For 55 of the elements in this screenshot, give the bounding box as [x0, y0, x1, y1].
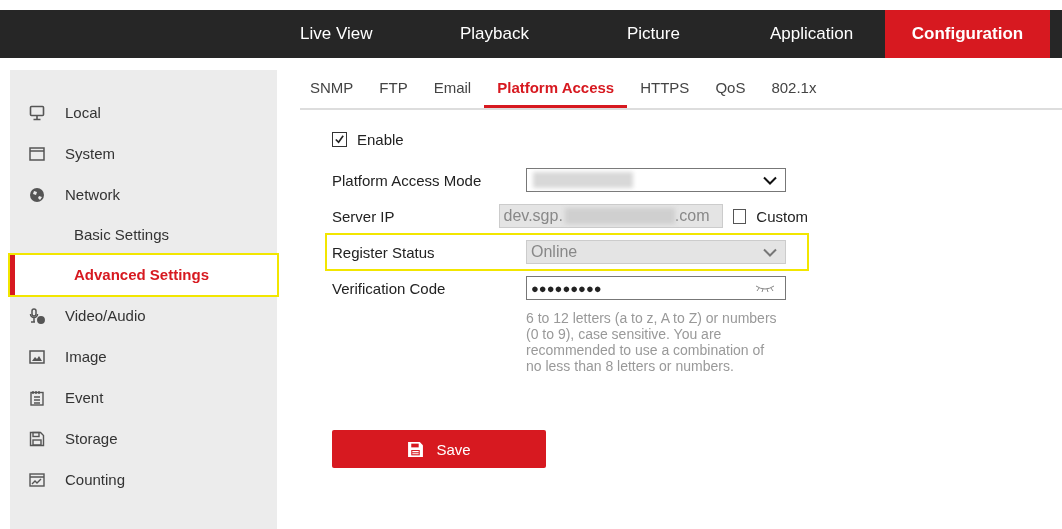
nav-tab[interactable]: Live View [300, 10, 460, 58]
tab[interactable]: FTP [366, 70, 421, 108]
save-button[interactable]: Save [332, 430, 546, 468]
sidebar-item[interactable]: Video/Audio [10, 295, 277, 336]
sidebar-label: Video/Audio [65, 307, 146, 324]
sidebar-label: Counting [65, 471, 126, 488]
chevron-down-icon [763, 247, 777, 257]
sidebar-item[interactable]: Image [10, 336, 277, 377]
sidebar-label: Event [65, 389, 104, 406]
field-value: dev.sgp. [503, 207, 563, 225]
tab[interactable]: 802.1x [758, 70, 830, 108]
sidebar-subitem[interactable]: Basic Settings [10, 215, 277, 255]
nav-tab[interactable]: Configuration [885, 10, 1050, 58]
image-icon [29, 348, 45, 365]
window-icon [29, 145, 45, 162]
nav-tab[interactable]: Application [770, 10, 885, 58]
closed-eye-icon[interactable] [755, 284, 775, 292]
globe-icon [29, 186, 45, 203]
sidebar-subitem[interactable]: Advanced Settings [10, 255, 277, 295]
sidebar-label: Local [65, 104, 101, 121]
sidebar-item[interactable]: Local [10, 92, 277, 133]
sidebar-label: Network [65, 186, 120, 203]
tab[interactable]: HTTPS [627, 70, 703, 108]
calendar-icon [29, 389, 45, 406]
field-label: Register Status [332, 243, 436, 261]
field-label: Verification Code [332, 279, 447, 297]
tab[interactable]: SNMP [300, 70, 367, 108]
select-field[interactable] [526, 168, 786, 192]
sidebar-item[interactable]: System [10, 133, 277, 174]
password-field[interactable]: ●●●●●●●●● [526, 276, 786, 300]
sidebar-label: Storage [65, 430, 118, 447]
tab[interactable]: Platform Access [484, 70, 628, 108]
enable-label: Enable [357, 130, 404, 148]
microphone-icon [29, 307, 45, 324]
field-value: Online [531, 243, 578, 261]
enable-checkbox[interactable] [332, 131, 347, 147]
field-value: .com [674, 207, 710, 225]
sidebar-item[interactable]: Counting [10, 459, 277, 500]
field-label: Platform Access Mode [332, 171, 483, 189]
custom-label: Custom [756, 207, 808, 225]
sidebar-item[interactable]: Network [10, 174, 277, 215]
hint-text: 6 to 12 letters (a to z, A to Z) or numbers (0 to 9), case sensitive. You are recommended to use a combination of no less than 8 letters or numbers. [526, 310, 778, 374]
nav-tab[interactable]: Playback [460, 10, 627, 58]
masked-value: ●●●●●●●●● [531, 280, 602, 296]
tab[interactable]: Email [420, 70, 485, 108]
sidebar-item[interactable]: Storage [10, 418, 277, 459]
nav-tab[interactable]: Picture [627, 10, 770, 58]
sidebar-label: System [65, 145, 115, 162]
sidebar-item[interactable]: Event [10, 377, 277, 418]
sidebar-label: Image [65, 348, 107, 365]
tab[interactable]: QoS [702, 70, 759, 108]
chart-icon [29, 471, 45, 488]
field-label: Server IP [332, 207, 396, 225]
chevron-down-icon [763, 175, 777, 185]
monitor-icon [29, 104, 45, 121]
